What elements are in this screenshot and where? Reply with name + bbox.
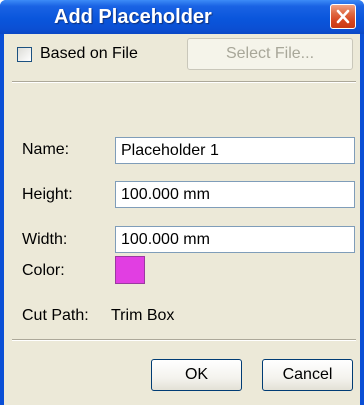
title-bar[interactable]: Add Placeholder xyxy=(0,0,364,34)
height-field[interactable]: 100.000 mm xyxy=(115,181,355,208)
close-icon xyxy=(336,9,350,24)
cut-path-label: Cut Path: xyxy=(22,307,89,324)
add-placeholder-dialog: Add Placeholder Based on File Select Fil… xyxy=(0,0,364,405)
name-field[interactable]: Placeholder 1 xyxy=(115,137,355,164)
based-on-file-checkbox[interactable] xyxy=(17,47,32,62)
dialog-title: Add Placeholder xyxy=(54,6,212,28)
color-label: Color: xyxy=(22,262,65,279)
cut-path-value: Trim Box xyxy=(111,307,175,324)
cancel-button[interactable]: Cancel xyxy=(262,359,353,391)
height-label: Height: xyxy=(22,186,73,203)
name-label: Name: xyxy=(22,141,70,158)
separator-bottom xyxy=(12,339,356,341)
ok-button[interactable]: OK xyxy=(151,359,242,391)
select-file-button[interactable]: Select File... xyxy=(187,38,353,70)
width-field[interactable]: 100.000 mm xyxy=(115,226,355,253)
color-swatch[interactable] xyxy=(115,256,145,284)
based-on-file-label[interactable]: Based on File xyxy=(40,45,138,63)
dialog-body: Based on File Select File... Name: Place… xyxy=(4,34,360,405)
close-button[interactable] xyxy=(330,4,356,29)
separator-top xyxy=(12,81,356,83)
width-label: Width: xyxy=(22,231,68,248)
